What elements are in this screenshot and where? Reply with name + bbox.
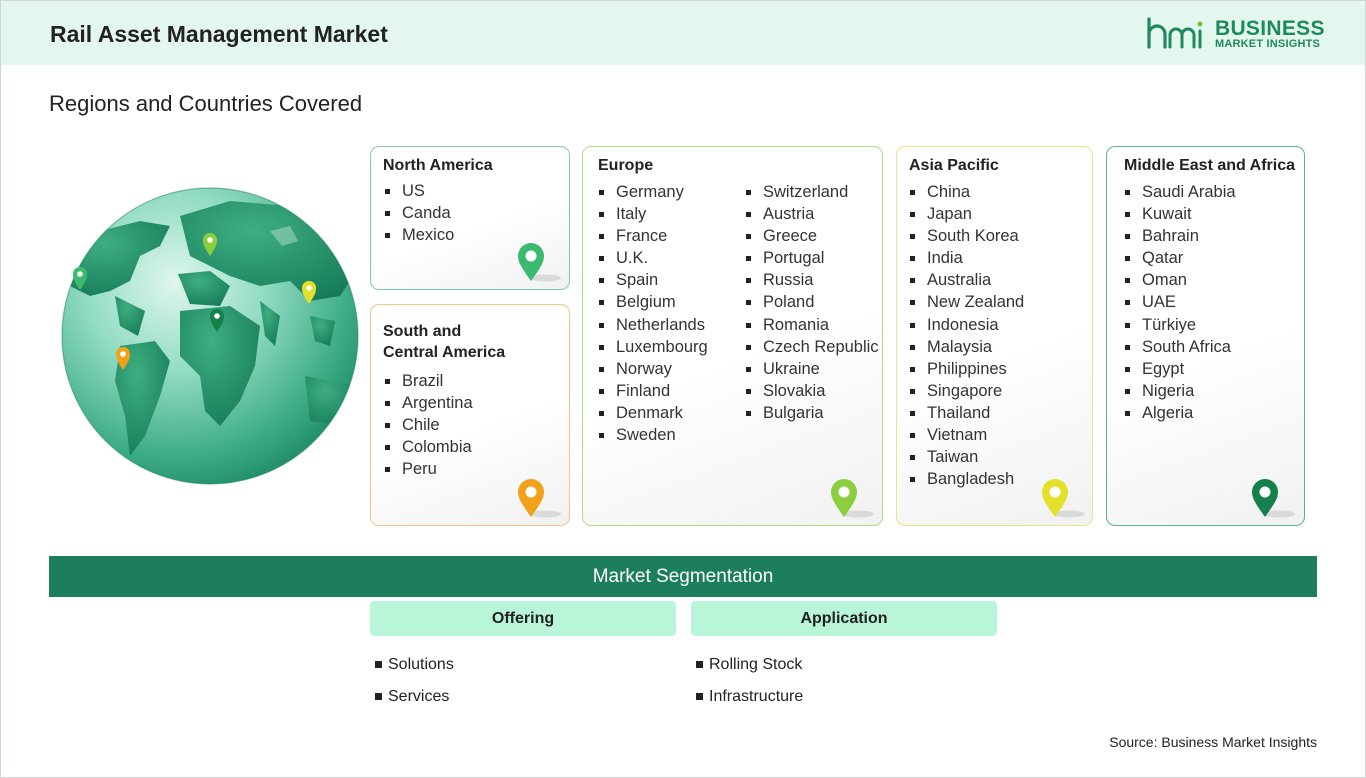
list-item: Ukraine: [746, 358, 879, 380]
list-item: US: [385, 180, 454, 202]
list-item: Chile: [385, 414, 473, 436]
source-note: Source: Business Market Insights: [1109, 734, 1317, 750]
list-item: Philippines: [910, 358, 1024, 380]
segment-item: Services: [375, 688, 449, 706]
list-item: Denmark: [599, 402, 708, 424]
list-item: Italy: [599, 203, 708, 225]
list-item: Belgium: [599, 291, 708, 313]
country-list: US Canda Mexico: [385, 180, 454, 246]
list-item: New Zealand: [910, 291, 1024, 313]
location-pin-icon: [1042, 479, 1085, 518]
list-item: Egypt: [1125, 358, 1236, 380]
location-pin-icon: [831, 479, 874, 518]
location-pin-icon: [1252, 479, 1295, 518]
region-card-europe: Europe Germany Italy France U.K. Spain B…: [582, 146, 883, 526]
list-item: South Africa: [1125, 336, 1236, 358]
list-item: Bangladesh: [910, 468, 1024, 490]
list-item: Bahrain: [1125, 225, 1236, 247]
region-card-middle-east-africa: Middle East and Africa Saudi Arabia Kuwa…: [1106, 146, 1305, 526]
list-item: Portugal: [746, 247, 879, 269]
list-item: Norway: [599, 358, 708, 380]
list-item: South Korea: [910, 225, 1024, 247]
region-title: Europe: [598, 157, 654, 174]
list-item: Czech Republic: [746, 336, 879, 358]
region-title-line-2: Central America: [383, 344, 506, 361]
list-item: India: [910, 247, 1024, 269]
region-card-asia-pacific: Asia Pacific China Japan South Korea Ind…: [896, 146, 1093, 526]
list-item: Slovakia: [746, 380, 879, 402]
region-title: Middle East and Africa: [1124, 157, 1295, 174]
list-item: Finland: [599, 380, 708, 402]
list-item: Argentina: [385, 392, 473, 414]
list-item: France: [599, 225, 708, 247]
list-item: Romania: [746, 314, 879, 336]
list-item: Saudi Arabia: [1125, 181, 1236, 203]
market-segmentation-bar: Market Segmentation: [49, 556, 1317, 597]
segment-item: Solutions: [375, 656, 454, 674]
list-item: Australia: [910, 269, 1024, 291]
list-item: Colombia: [385, 436, 473, 458]
bmi-logo: BUSINESS MARKET INSIGHTS: [1146, 15, 1324, 55]
region-title: Asia Pacific: [909, 157, 999, 174]
list-item: Kuwait: [1125, 203, 1236, 225]
list-item: Nigeria: [1125, 380, 1236, 402]
list-item: Poland: [746, 291, 879, 313]
list-item: U.K.: [599, 247, 708, 269]
list-item: Peru: [385, 458, 473, 480]
region-card-north-america: North America US Canda Mexico: [370, 146, 570, 290]
list-item: Taiwan: [910, 446, 1024, 468]
logo-tagline-text: MARKET INSIGHTS: [1215, 38, 1321, 50]
segment-header-application: Application: [691, 601, 997, 636]
list-item: Qatar: [1125, 247, 1236, 269]
country-list: China Japan South Korea India Australia …: [910, 181, 1024, 490]
list-item: Austria: [746, 203, 879, 225]
segment-item: Rolling Stock: [696, 656, 802, 674]
header-bar: Rail Asset Management Market BUSINESS MA…: [1, 1, 1365, 65]
country-list-col-1: Germany Italy France U.K. Spain Belgium …: [599, 181, 708, 446]
location-pin-icon: [518, 243, 561, 282]
list-item: China: [910, 181, 1024, 203]
list-item: Mexico: [385, 224, 454, 246]
list-item: Luxembourg: [599, 336, 708, 358]
region-card-south-central-america: South and Central America Brazil Argenti…: [370, 304, 570, 526]
location-pin-icon: [518, 479, 561, 518]
list-item: Vietnam: [910, 424, 1024, 446]
country-list: Saudi Arabia Kuwait Bahrain Qatar Oman U…: [1125, 181, 1236, 424]
list-item: Spain: [599, 269, 708, 291]
list-item: Netherlands: [599, 314, 708, 336]
list-item: Russia: [746, 269, 879, 291]
list-item: UAE: [1125, 291, 1236, 313]
list-item: Greece: [746, 225, 879, 247]
country-list: Brazil Argentina Chile Colombia Peru: [385, 370, 473, 480]
region-title: North America: [383, 157, 493, 174]
page-title: Rail Asset Management Market: [50, 21, 388, 47]
list-item: Canda: [385, 202, 454, 224]
list-item: Malaysia: [910, 336, 1024, 358]
list-item: Japan: [910, 203, 1024, 225]
list-item: Brazil: [385, 370, 473, 392]
region-title-line-1: South and: [383, 323, 462, 340]
list-item: Indonesia: [910, 314, 1024, 336]
list-item: Sweden: [599, 424, 708, 446]
segment-item: Infrastructure: [696, 688, 803, 706]
list-item: Türkiye: [1125, 314, 1236, 336]
list-item: Switzerland: [746, 181, 879, 203]
list-item: Germany: [599, 181, 708, 203]
list-item: Singapore: [910, 380, 1024, 402]
list-item: Bulgaria: [746, 402, 879, 424]
list-item: Oman: [1125, 269, 1236, 291]
segment-header-offering: Offering: [370, 601, 676, 636]
list-item: Thailand: [910, 402, 1024, 424]
list-item: Algeria: [1125, 402, 1236, 424]
section-subtitle: Regions and Countries Covered: [49, 91, 363, 116]
globe-illustration: [60, 186, 360, 486]
country-list-col-2: Switzerland Austria Greece Portugal Russ…: [746, 181, 879, 424]
bmi-logo-mark: [1147, 17, 1203, 49]
